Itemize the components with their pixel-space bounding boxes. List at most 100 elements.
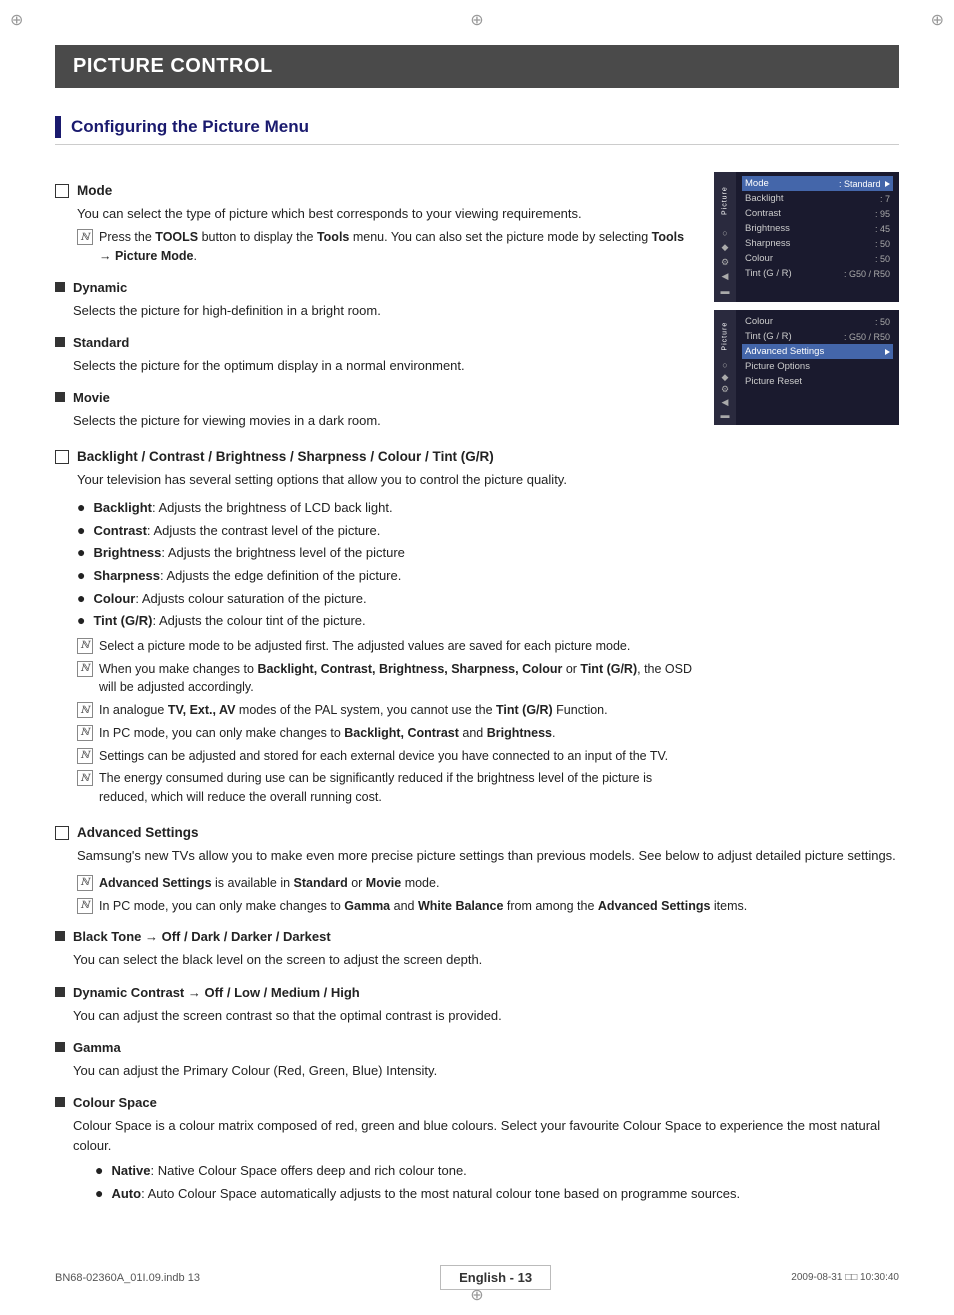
dynamic-contrast-desc: You can adjust the screen contrast so th… [55, 1006, 899, 1026]
page-footer: BN68-02360A_01I.09.indb 13 English - 13 … [0, 1265, 954, 1290]
mode-note-text: Press the TOOLS button to display the To… [99, 228, 694, 266]
tv2-row-tint: Tint (G / R): G50 / R50 [742, 329, 893, 344]
bullet-sharpness: ● Sharpness: Adjusts the edge definition… [77, 566, 694, 586]
tv-screen2-sidebar: Picture ○ ◆ ⚙ ◀ ▬ [714, 310, 736, 425]
tv-icon-2-2: ○ [718, 359, 732, 371]
footer-right: 2009-08-31 □□ 10:30:40 [791, 1272, 899, 1283]
standard-bullet [55, 337, 65, 347]
backlight-note-text-5: Settings can be adjusted and stored for … [99, 747, 668, 766]
tv-icon-1-4: ⚙ [718, 255, 732, 269]
backlight-note-text-2: When you make changes to Backlight, Cont… [99, 660, 694, 698]
dynamic-bullet [55, 282, 65, 292]
note-icon-6: ℕ [77, 770, 93, 786]
note-icon-mode: ℕ [77, 229, 93, 245]
tv-screenshots: Picture ○ ◆ ⚙ ◀ ▬ Mode : Standard Backli… [714, 172, 899, 811]
tv-screen1-sidebar: Picture ○ ◆ ⚙ ◀ ▬ [714, 172, 736, 302]
tv-icon-picture1: Picture [718, 176, 732, 226]
tv-row-mode: Mode : Standard [742, 176, 893, 191]
colour-space-desc: Colour Space is a colour matrix composed… [55, 1116, 899, 1203]
note-icon-2: ℕ [77, 661, 93, 677]
tv2-row-advanced: Advanced Settings [742, 344, 893, 359]
note-icon-5: ℕ [77, 748, 93, 764]
movie-item: Movie [55, 390, 694, 405]
backlight-note-3: ℕ In analogue TV, Ext., AV modes of the … [55, 701, 694, 720]
tv-screen2-menu: Colour: 50 Tint (G / R): G50 / R50 Advan… [736, 310, 899, 393]
note-icon-adv-2: ℕ [77, 898, 93, 914]
backlight-note-text-3: In analogue TV, Ext., AV modes of the PA… [99, 701, 608, 720]
bullet-native: ● Native: Native Colour Space offers dee… [95, 1161, 899, 1181]
note-icon-1: ℕ [77, 638, 93, 654]
backlight-body: Your television has several setting opti… [55, 470, 694, 490]
gamma-desc: You can adjust the Primary Colour (Red, … [55, 1061, 899, 1081]
backlight-note-text-4: In PC mode, you can only make changes to… [99, 724, 555, 743]
crosshair-tr: ⊕ [931, 10, 944, 30]
mode-body: You can select the type of picture which… [55, 204, 694, 266]
backlight-note-5: ℕ Settings can be adjusted and stored fo… [55, 747, 694, 766]
black-tone-item: Black Tone → Off / Dark / Darker / Darke… [55, 929, 899, 944]
standard-item: Standard [55, 335, 694, 350]
tv-screen-2: Picture ○ ◆ ⚙ ◀ ▬ Colour: 50 Tint (G / R… [714, 310, 899, 425]
tv2-row-picture-options: Picture Options [742, 359, 893, 374]
movie-bullet [55, 392, 65, 402]
advanced-note-2: ℕ In PC mode, you can only make changes … [55, 897, 899, 916]
section-heading: Configuring the Picture Menu [55, 116, 899, 145]
tv-icon-2-3: ◆ [718, 371, 732, 383]
tv-row-colour: Colour: 50 [742, 251, 893, 266]
bullet-brightness: ● Brightness: Adjusts the brightness lev… [77, 543, 694, 563]
tv-screen1-menu: Mode : Standard Backlight: 7 Contrast: 9… [736, 172, 899, 285]
page-title: PICTURE CONTROL [55, 45, 899, 88]
tv-icon-1-5: ◀ [718, 269, 732, 283]
advanced-note-text-1: Advanced Settings is available in Standa… [99, 874, 439, 893]
section-heading-bar [55, 116, 61, 138]
standard-desc: Selects the picture for the optimum disp… [55, 356, 694, 376]
tv-row-tint: Tint (G / R): G50 / R50 [742, 266, 893, 281]
bullet-auto: ● Auto: Auto Colour Space automatically … [95, 1184, 899, 1204]
colour-space-bullet [55, 1097, 65, 1107]
footer-left: BN68-02360A_01I.09.indb 13 [55, 1272, 200, 1284]
bullet-backlight: ● Backlight: Adjusts the brightness of L… [77, 498, 694, 518]
tv2-row-colour: Colour: 50 [742, 314, 893, 329]
backlight-note-text-1: Select a picture mode to be adjusted fir… [99, 637, 630, 656]
backlight-bullets: ● Backlight: Adjusts the brightness of L… [55, 498, 694, 631]
mode-note: ℕ Press the TOOLS button to display the … [77, 228, 694, 266]
dynamic-contrast-bullet [55, 987, 65, 997]
mode-title-text: Mode [77, 183, 112, 198]
note-icon-3: ℕ [77, 702, 93, 718]
black-tone-desc: You can select the black level on the sc… [55, 950, 899, 970]
dynamic-desc: Selects the picture for high-definition … [55, 301, 694, 321]
backlight-checkbox [55, 450, 69, 464]
backlight-note-2: ℕ When you make changes to Backlight, Co… [55, 660, 694, 698]
tv-row-contrast: Contrast: 95 [742, 206, 893, 221]
tv-row-backlight: Backlight: 7 [742, 191, 893, 206]
advanced-note-text-2: In PC mode, you can only make changes to… [99, 897, 747, 916]
bullet-colour: ● Colour: Adjusts colour saturation of t… [77, 589, 694, 609]
gamma-bullet [55, 1042, 65, 1052]
gamma-item: Gamma [55, 1040, 899, 1055]
advanced-body: Samsung's new TVs allow you to make even… [55, 846, 899, 866]
backlight-note-text-6: The energy consumed during use can be si… [99, 769, 694, 807]
crosshair-tc: ⊕ [470, 10, 483, 30]
advanced-checkbox [55, 826, 69, 840]
backlight-title-text: Backlight / Contrast / Brightness / Shar… [77, 449, 494, 464]
main-text: Mode You can select the type of picture … [55, 167, 694, 811]
mode-section-title: Mode [55, 183, 694, 198]
mode-checkbox [55, 184, 69, 198]
section-heading-text: Configuring the Picture Menu [71, 117, 309, 137]
advanced-note-1: ℕ Advanced Settings is available in Stan… [55, 874, 899, 893]
advanced-title-text: Advanced Settings [77, 825, 199, 840]
content-area: Mode You can select the type of picture … [55, 167, 899, 811]
footer-center: English - 13 [440, 1265, 551, 1290]
bullet-contrast: ● Contrast: Adjusts the contrast level o… [77, 521, 694, 541]
backlight-section-title: Backlight / Contrast / Brightness / Shar… [55, 449, 694, 464]
tv-icon-picture2: Picture [718, 314, 732, 359]
tv-row-sharpness: Sharpness: 50 [742, 236, 893, 251]
tv-icon-1-2: ○ [718, 226, 732, 240]
advanced-section: Advanced Settings Samsung's new TVs allo… [55, 825, 899, 1204]
note-icon-adv-1: ℕ [77, 875, 93, 891]
backlight-note-4: ℕ In PC mode, you can only make changes … [55, 724, 694, 743]
note-icon-4: ℕ [77, 725, 93, 741]
black-tone-bullet [55, 931, 65, 941]
tv-icon-2-4: ⚙ [718, 384, 732, 396]
tv2-row-picture-reset: Picture Reset [742, 374, 893, 389]
advanced-section-title: Advanced Settings [55, 825, 899, 840]
